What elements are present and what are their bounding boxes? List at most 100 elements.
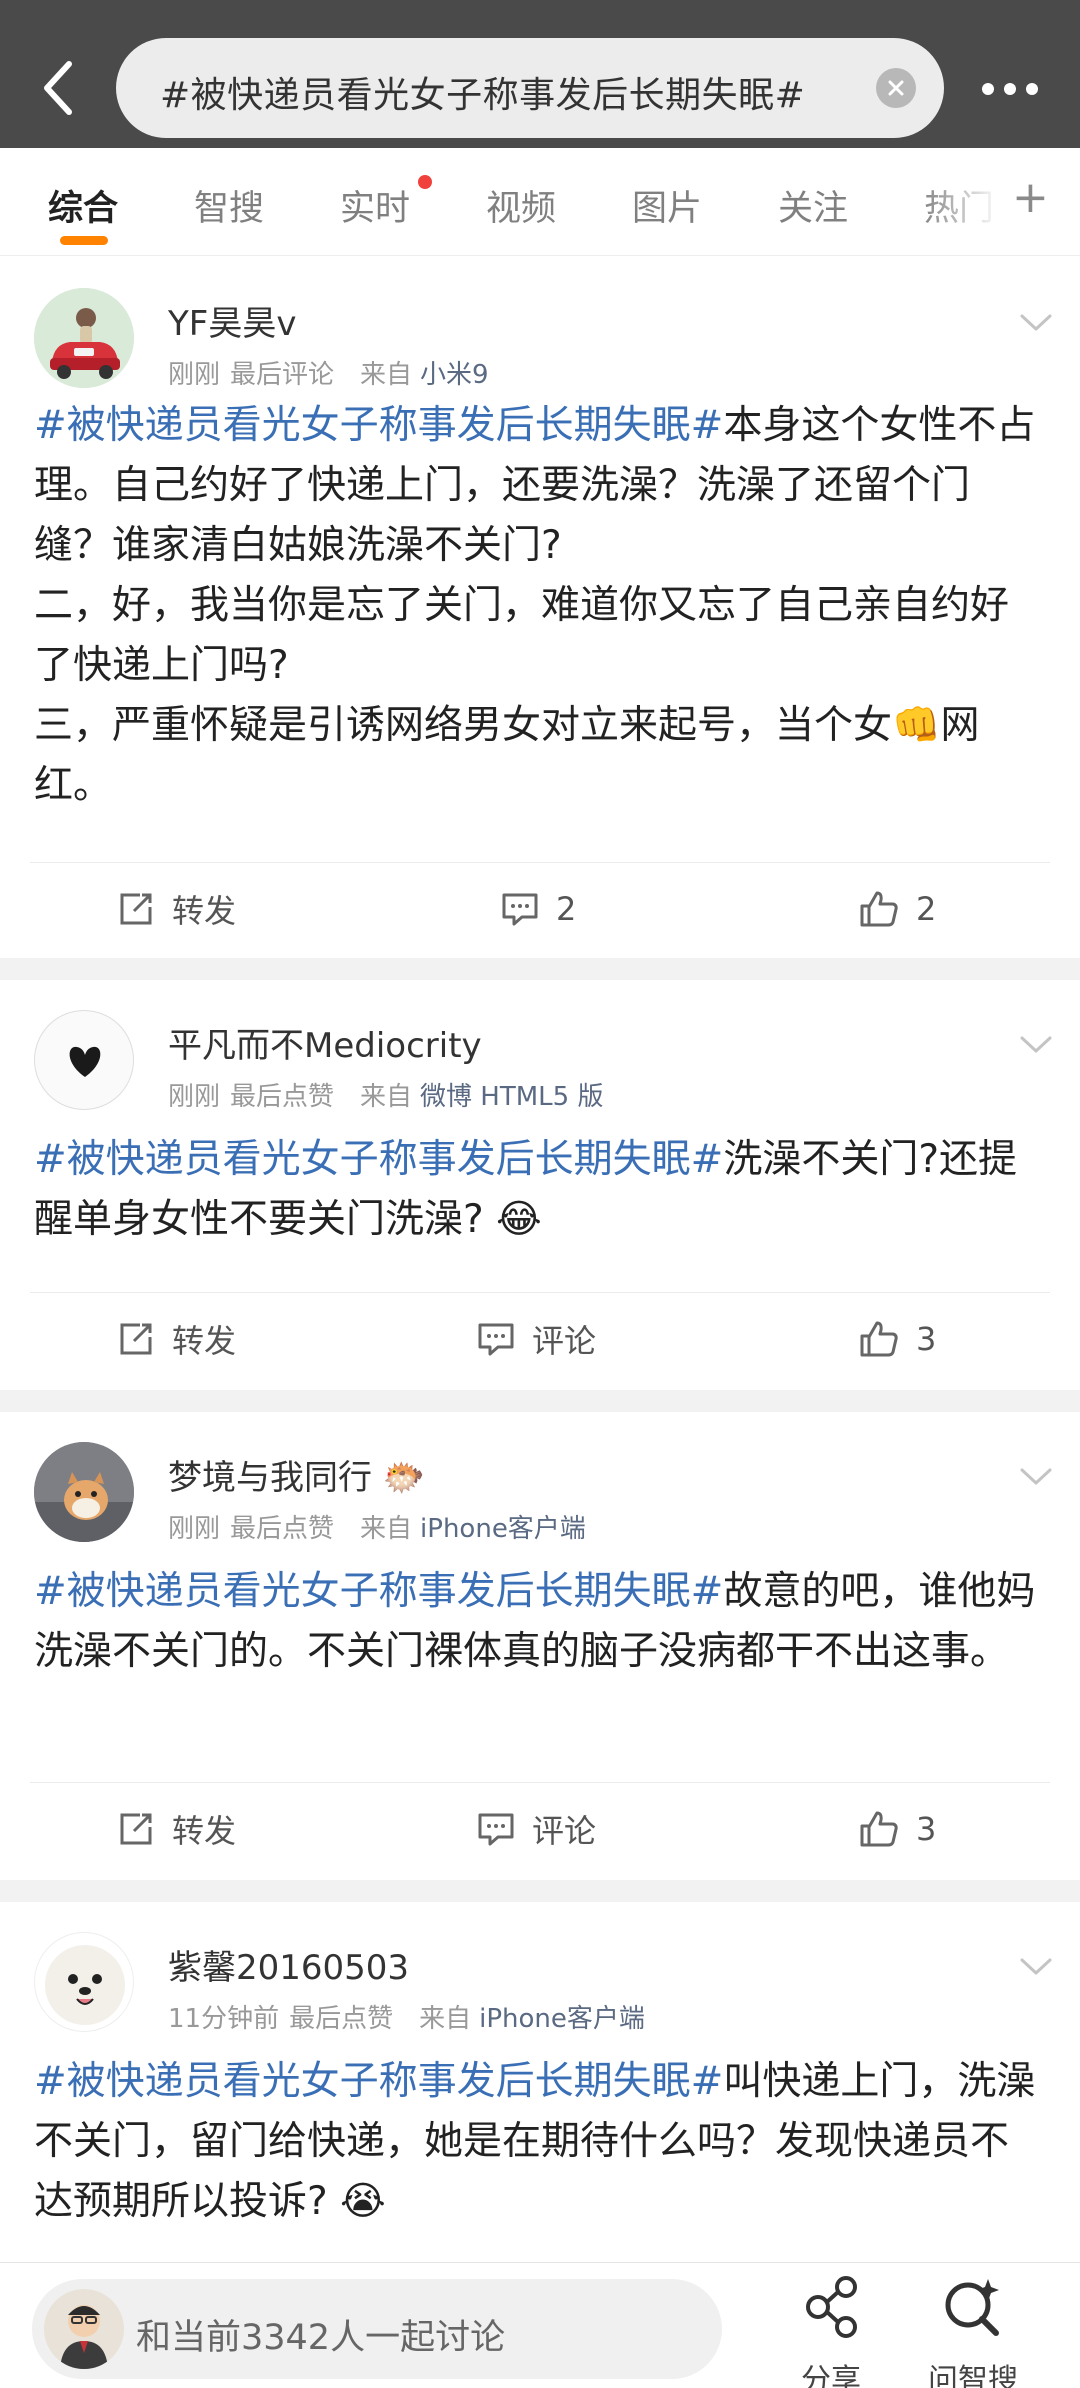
comment-button[interactable]: 评论 xyxy=(476,1783,596,1875)
comment-button[interactable]: 评论 xyxy=(476,1293,596,1385)
tab-关注[interactable]: 关注 xyxy=(778,180,848,231)
post-body[interactable]: #被快递员看光女子称事发后长期失眠#洗澡不关门?还提醒单身女性不要关门洗澡? 😂 xyxy=(34,1130,1046,1250)
post-body[interactable]: #被快递员看光女子称事发后长期失眠#叫快递上门，洗澡不关门，留门给快递，她是在期… xyxy=(34,2052,1046,2232)
repost-button[interactable]: 转发 xyxy=(116,863,236,955)
comment-label: 评论 xyxy=(532,1322,597,1360)
hashtag-link[interactable]: #被快递员看光女子称事发后长期失眠# xyxy=(34,1569,723,1614)
username[interactable]: 紫馨20160503 xyxy=(168,1940,409,1989)
search-tabs: 综合 智搜 实时 视频 图片 关注 热门 xyxy=(0,148,1080,256)
tab-实时[interactable]: 实时 xyxy=(340,180,410,231)
post-meta: 刚刚 最后点赞 来自 iPhone客户端 xyxy=(168,1508,602,1545)
search-input[interactable]: #被快递员看光女子称事发后长期失眠# xyxy=(116,38,944,138)
card-divider xyxy=(0,1880,1080,1902)
like-button[interactable]: 3 xyxy=(858,1293,936,1385)
repost-icon xyxy=(120,893,152,925)
tab-图片[interactable]: 图片 xyxy=(632,180,702,231)
avatar[interactable] xyxy=(34,1932,134,2032)
discuss-placeholder: 和当前3342人一起讨论 xyxy=(136,2318,506,2358)
comment-icon xyxy=(502,893,538,926)
ask-search-icon xyxy=(945,2279,999,2336)
user-avatar xyxy=(44,2289,124,2369)
username-emoji: 🐡 xyxy=(382,1458,426,1498)
add-tab-icon[interactable]: + xyxy=(1012,176,1049,220)
hashtag-link[interactable]: #被快递员看光女子称事发后长期失眠# xyxy=(34,1137,723,1182)
ask-search-label: 问智搜 xyxy=(928,2363,1018,2388)
post-body[interactable]: #被快递员看光女子称事发后长期失眠#故意的吧，谁他妈洗澡不关门的。不关门裸体真的… xyxy=(34,1562,1046,1682)
clear-search-icon[interactable] xyxy=(876,68,916,108)
bottom-bar: 和当前3342人一起讨论 分享 问智搜 xyxy=(0,2262,1080,2388)
tab-智搜[interactable]: 智搜 xyxy=(194,180,264,231)
repost-button[interactable]: 转发 xyxy=(116,1783,236,1875)
like-button[interactable]: 2 xyxy=(858,863,936,955)
post-time: 刚刚 xyxy=(168,1082,221,1112)
card-divider xyxy=(0,1390,1080,1412)
repost-label: 转发 xyxy=(172,892,237,930)
share-icon xyxy=(806,2276,857,2338)
post-card[interactable]: 梦境与我同行 🐡 刚刚 最后点赞 来自 iPhone客户端 #被快递员看光女子称事发后… xyxy=(0,1412,1080,1880)
comment-icon xyxy=(478,1323,514,1356)
username[interactable]: 梦境与我同行 🐡 xyxy=(168,1450,425,1499)
back-icon[interactable] xyxy=(28,50,88,126)
username[interactable]: 平凡而不Mediocrity xyxy=(168,1018,482,1067)
comment-count: 2 xyxy=(556,890,577,928)
thumbs-up-icon xyxy=(860,1321,898,1357)
chevron-down-icon[interactable] xyxy=(1018,1948,1054,1984)
post-source[interactable]: 小米9 xyxy=(420,360,489,390)
post-meta: 11分钟前 最后点赞 来自 iPhone客户端 xyxy=(168,1998,661,2035)
post-card[interactable]: 紫馨20160503 11分钟前 最后点赞 来自 iPhone客户端 #被快递员看光女… xyxy=(0,1902,1080,2262)
comment-button[interactable]: 2 xyxy=(500,863,576,955)
repost-button[interactable]: 转发 xyxy=(116,1293,236,1385)
post-time: 11分钟前 xyxy=(168,2004,280,2034)
chevron-down-icon[interactable] xyxy=(1018,1458,1054,1494)
share-button[interactable]: 分享 xyxy=(776,2275,886,2388)
like-count: 3 xyxy=(916,1810,937,1848)
tab-综合[interactable]: 综合 xyxy=(48,180,118,231)
discuss-input[interactable]: 和当前3342人一起讨论 xyxy=(32,2279,722,2379)
thumbs-up-icon xyxy=(860,891,898,927)
hashtag-link[interactable]: #被快递员看光女子称事发后长期失眠# xyxy=(34,403,723,448)
realtime-badge-dot xyxy=(418,175,432,189)
top-bar: #被快递员看光女子称事发后长期失眠# xyxy=(0,0,1080,148)
avatar[interactable] xyxy=(34,1010,134,1110)
post-actions: 转发 评论 3 xyxy=(30,1292,1050,1384)
like-button[interactable]: 3 xyxy=(858,1783,936,1875)
post-card[interactable]: YF昊昊v 刚刚 最后评论 来自 小米9 #被快递员看光女子称事发后长期失眠#本身这个… xyxy=(0,258,1080,958)
post-source[interactable]: 微博 HTML5 版 xyxy=(420,1082,603,1112)
like-count: 3 xyxy=(916,1320,937,1358)
post-actions: 转发 2 2 xyxy=(30,862,1050,954)
post-activity: 最后点赞 xyxy=(289,2004,394,2034)
source-prefix: 来自 xyxy=(419,2004,472,2034)
post-actions: 转发 评论 3 xyxy=(30,1782,1050,1874)
repost-label: 转发 xyxy=(172,1322,237,1360)
avatar[interactable] xyxy=(34,1442,134,1542)
username[interactable]: YF昊昊v xyxy=(168,296,296,345)
search-query: #被快递员看光女子称事发后长期失眠# xyxy=(160,75,806,116)
source-prefix: 来自 xyxy=(360,1514,413,1544)
post-body[interactable]: #被快递员看光女子称事发后长期失眠#本身这个女性不占理。自己约好了快递上门，还要… xyxy=(34,396,1046,816)
post-time: 刚刚 xyxy=(168,360,221,390)
tab-视频[interactable]: 视频 xyxy=(486,180,556,231)
post-source[interactable]: iPhone客户端 xyxy=(420,1514,586,1544)
tabs-fade xyxy=(920,148,1080,254)
more-options-icon[interactable] xyxy=(966,66,1054,112)
thumbs-up-icon xyxy=(860,1811,898,1847)
post-card[interactable]: 平凡而不Mediocrity 刚刚 最后点赞 来自 微博 HTML5 版 #被快递员看… xyxy=(0,980,1080,1390)
tab-active-indicator xyxy=(60,236,108,245)
avatar[interactable] xyxy=(34,288,134,388)
post-text-line: 二，好，我当你是忘了关门，难道你又忘了自己亲自约好了快递上门吗? xyxy=(34,583,1010,688)
post-activity: 最后评论 xyxy=(230,360,335,390)
post-activity: 最后点赞 xyxy=(230,1514,335,1544)
source-prefix: 来自 xyxy=(360,1082,413,1112)
repost-icon xyxy=(120,1323,152,1355)
post-meta: 刚刚 最后评论 来自 小米9 xyxy=(168,354,505,391)
comment-label: 评论 xyxy=(532,1812,597,1850)
chevron-down-icon[interactable] xyxy=(1018,1026,1054,1062)
repost-label: 转发 xyxy=(172,1812,237,1850)
chevron-down-icon[interactable] xyxy=(1018,304,1054,340)
post-text-line: 三，严重怀疑是引诱网络男女对立来起号，当个女👊网红。 xyxy=(34,703,980,808)
post-source[interactable]: iPhone客户端 xyxy=(479,2004,645,2034)
hashtag-link[interactable]: #被快递员看光女子称事发后长期失眠# xyxy=(34,2059,723,2104)
like-count: 2 xyxy=(916,890,937,928)
post-meta: 刚刚 最后点赞 来自 微博 HTML5 版 xyxy=(168,1076,619,1113)
ask-search-button[interactable]: 问智搜 xyxy=(918,2275,1028,2388)
